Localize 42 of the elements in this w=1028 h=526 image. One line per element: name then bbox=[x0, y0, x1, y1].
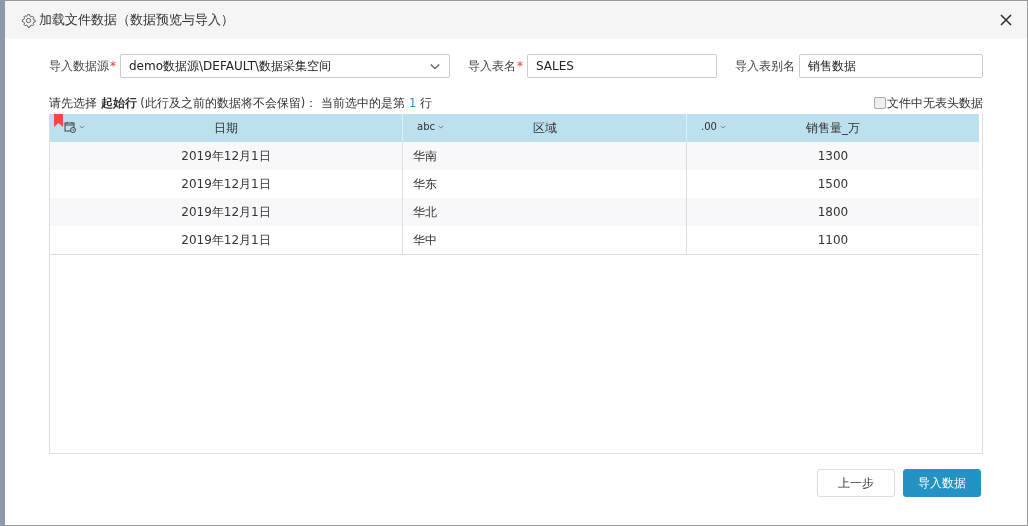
back-button[interactable]: 上一步 bbox=[817, 469, 895, 497]
source-dropdown[interactable]: demo数据源\DEFAULT\数据采集空间 bbox=[120, 54, 450, 78]
column-title: 日期 bbox=[214, 119, 238, 137]
chevron-icon[interactable] bbox=[719, 124, 726, 129]
gear-icon bbox=[21, 12, 36, 28]
table-cell: 2019年12月1日 bbox=[50, 226, 403, 255]
table-cell: 1300 bbox=[687, 142, 979, 170]
chevron-icon[interactable] bbox=[438, 124, 444, 129]
table-cell: 1100 bbox=[687, 226, 979, 255]
table-cell: 华中 bbox=[403, 226, 687, 255]
table-cell: 华北 bbox=[403, 198, 687, 226]
table-cell-text: 1500 bbox=[816, 176, 850, 193]
import-button[interactable]: 导入数据 bbox=[903, 469, 981, 497]
field-label: 导入数据源 bbox=[49, 57, 109, 75]
column-title: 销售量_万 bbox=[806, 119, 860, 137]
window-title: 加载文件数据（数据预览与导入） bbox=[39, 11, 235, 29]
table-cell: 1800 bbox=[687, 198, 979, 226]
table-name-field[interactable]: SALES bbox=[527, 54, 717, 78]
field-label: 导入表名 bbox=[468, 57, 516, 75]
close-icon[interactable] bbox=[999, 13, 1013, 27]
type-label[interactable]: abc bbox=[417, 121, 435, 132]
instruction-text: 请先选择 起始行 (此行及之前的数据将不会保留)： 当前选中的是第 bbox=[49, 95, 405, 110]
column-title: 区域 bbox=[532, 119, 557, 137]
table-cell: 华南 bbox=[403, 142, 687, 170]
field-label: 导入表别名 bbox=[735, 57, 795, 75]
calendar-clock-icon[interactable] bbox=[64, 121, 76, 133]
required-mark: * bbox=[517, 59, 523, 73]
chevron-icon bbox=[429, 62, 441, 70]
required-mark: * bbox=[110, 59, 116, 73]
checkbox-label: 文件中无表头数据 bbox=[887, 95, 983, 111]
column-header[interactable]: 日期 bbox=[50, 114, 403, 142]
selected-row-number: 1 bbox=[408, 95, 417, 110]
bookmark-icon bbox=[54, 114, 63, 127]
type-label[interactable]: .00 bbox=[701, 121, 717, 132]
table-cell: 2019年12月1日 bbox=[50, 142, 403, 170]
column-header[interactable]: abc 区域 bbox=[403, 114, 687, 142]
checkbox[interactable] bbox=[874, 97, 886, 109]
instruction-suffix: 行 bbox=[420, 95, 433, 110]
chevron-icon[interactable] bbox=[79, 125, 85, 129]
alias-field[interactable]: 销售数据 bbox=[799, 54, 983, 78]
table-cell: 2019年12月1日 bbox=[50, 198, 403, 226]
column-header[interactable]: .00 销售量_万 bbox=[687, 114, 979, 142]
